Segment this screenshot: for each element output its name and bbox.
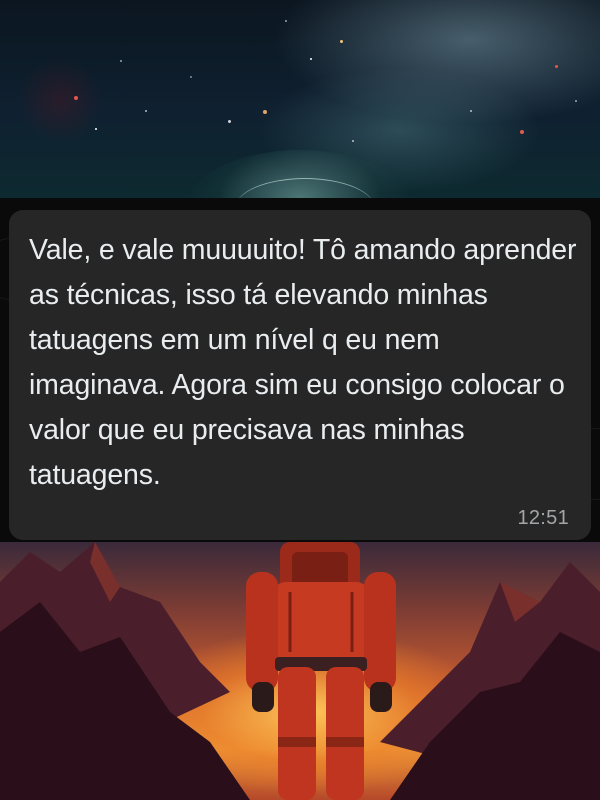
star	[310, 58, 312, 60]
star	[352, 140, 354, 142]
star	[95, 128, 97, 130]
space-wallpaper-image	[0, 0, 600, 200]
chat-screen: Vale, e vale muuuuito! Tô amando aprende…	[0, 0, 600, 800]
message-timestamp: 12:51	[517, 507, 569, 529]
star	[145, 110, 147, 112]
star	[555, 65, 558, 68]
star	[190, 76, 192, 78]
star	[228, 120, 231, 123]
star	[263, 110, 267, 114]
message-bubble[interactable]: Vale, e vale muuuuito! Tô amando aprende…	[9, 210, 591, 540]
astronaut-wallpaper-image	[0, 542, 600, 800]
star	[120, 60, 122, 62]
star	[340, 40, 343, 43]
star	[520, 130, 524, 134]
star	[575, 100, 577, 102]
astronaut-figure	[246, 542, 396, 800]
star	[74, 96, 78, 100]
star	[285, 20, 287, 22]
mountain-landscape	[0, 542, 600, 800]
star	[470, 110, 472, 112]
message-text: Vale, e vale muuuuito! Tô amando aprende…	[29, 234, 577, 491]
